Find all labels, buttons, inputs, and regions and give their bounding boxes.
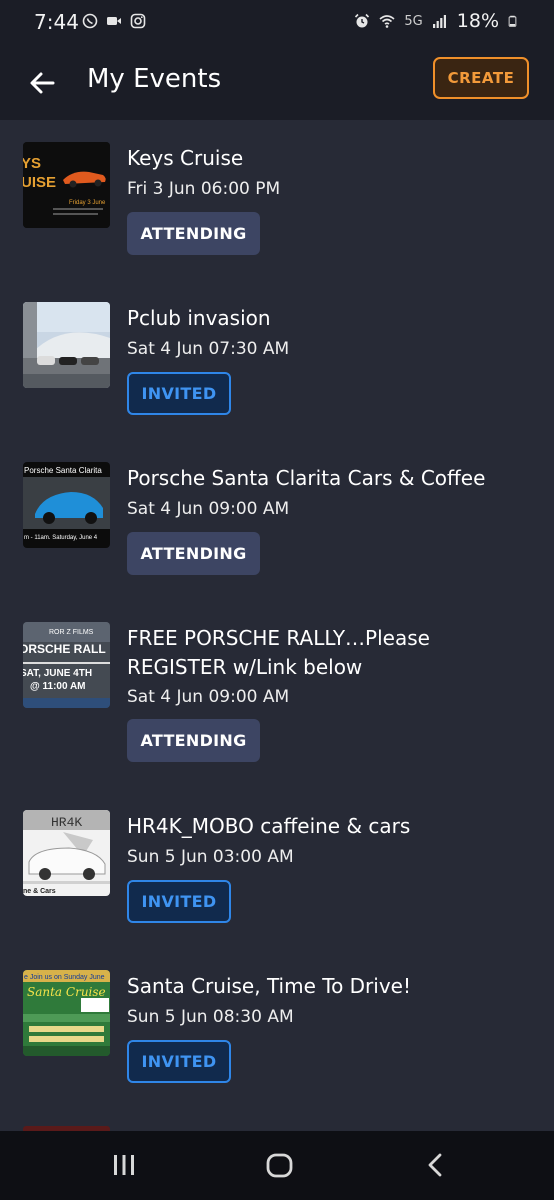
thumb-heading: HR4K xyxy=(51,815,82,830)
thumb-heading: Santa Cruise xyxy=(27,985,106,999)
porsche-santa-clarita-artwork: Porsche Santa Clarita m - 11am. Saturday… xyxy=(23,462,110,548)
status-time: 7:44 xyxy=(34,10,79,34)
event-item[interactable]: e Join us on Sunday June Santa Cruise Sa… xyxy=(0,948,554,1108)
event-item[interactable]: YS UISE Friday 3 June Keys Cruise Fri 3 … xyxy=(0,120,554,280)
whatsapp-icon xyxy=(82,13,98,29)
back-arrow-icon[interactable] xyxy=(26,66,60,100)
event-title: Keys Cruise xyxy=(127,146,244,170)
event-date: Sat 4 Jun 09:00 AM xyxy=(127,687,290,707)
signal-icon xyxy=(432,15,446,28)
svg-text:@ 11:00 AM: @ 11:00 AM xyxy=(30,681,86,692)
video-icon xyxy=(107,17,121,25)
battery-icon xyxy=(508,15,517,27)
event-thumbnail: YS UISE Friday 3 June xyxy=(23,142,110,228)
event-title: HR4K_MOBO caffeine & cars xyxy=(127,814,411,838)
event-thumbnail: HR4K ne & Cars xyxy=(23,810,110,896)
thumb-caption: m - 11am. Saturday, June 4 xyxy=(24,535,98,541)
system-nav-bar xyxy=(0,1131,554,1200)
alarm-icon xyxy=(355,13,370,28)
santa-cruise-artwork: e Join us on Sunday June Santa Cruise xyxy=(23,970,110,1056)
svg-text:Friday 3 June: Friday 3 June xyxy=(69,200,106,206)
wifi-icon xyxy=(379,15,395,28)
status-bar: 7:44 5G 18% xyxy=(0,0,554,50)
event-thumbnail xyxy=(23,302,110,388)
status-badge[interactable]: ATTENDING xyxy=(127,719,260,762)
notification-icons xyxy=(82,13,146,29)
event-date: Sun 5 Jun 03:00 AM xyxy=(127,847,294,867)
event-date: Sun 5 Jun 08:30 AM xyxy=(127,1007,294,1027)
event-thumbnail: ROR Z FILMS ORSCHE RALL SAT, JUNE 4TH @ … xyxy=(23,622,110,708)
event-title: FREE PORSCHE RALLY…Please REGISTER w/Lin… xyxy=(127,626,430,679)
svg-text:YS: YS xyxy=(23,155,41,172)
status-badge[interactable]: INVITED xyxy=(127,880,231,923)
thumb-heading: ORSCHE RALL xyxy=(23,642,106,656)
battery-percent: 18% xyxy=(456,10,499,32)
back-nav-icon[interactable] xyxy=(422,1151,450,1179)
event-title: Santa Cruise, Time To Drive! xyxy=(127,974,411,998)
thumb-top: ROR Z FILMS xyxy=(49,629,94,636)
event-date: Sat 4 Jun 09:00 AM xyxy=(127,499,290,519)
network-type: 5G xyxy=(404,13,423,29)
keys-cruise-artwork: YS UISE Friday 3 June xyxy=(23,142,110,228)
svg-text:SAT, JUNE 4TH: SAT, JUNE 4TH xyxy=(23,668,92,679)
event-title: Porsche Santa Clarita Cars & Coffee xyxy=(127,466,486,490)
recent-apps-icon[interactable] xyxy=(110,1151,138,1179)
thumb-heading: Porsche Santa Clarita xyxy=(24,466,102,475)
event-item[interactable]: Pclub invasion Sat 4 Jun 07:30 AM INVITE… xyxy=(0,280,554,440)
create-button[interactable]: CREATE xyxy=(433,57,529,99)
page-title: My Events xyxy=(87,64,222,94)
app-bar: My Events CREATE xyxy=(0,50,554,120)
hr4k-mobo-artwork: HR4K ne & Cars xyxy=(23,810,110,896)
event-thumbnail: e Join us on Sunday June Santa Cruise xyxy=(23,970,110,1056)
thumb-caption: ne & Cars xyxy=(23,888,56,895)
event-item[interactable]: ROR Z FILMS ORSCHE RALL SAT, JUNE 4TH @ … xyxy=(0,600,554,788)
instagram-icon xyxy=(130,13,146,29)
porsche-rally-artwork: ROR Z FILMS ORSCHE RALL SAT, JUNE 4TH @ … xyxy=(23,622,110,708)
home-icon[interactable] xyxy=(265,1151,295,1181)
event-thumbnail: Porsche Santa Clarita m - 11am. Saturday… xyxy=(23,462,110,548)
pclub-invasion-photo xyxy=(23,302,110,388)
status-badge[interactable]: INVITED xyxy=(127,1040,231,1083)
event-title: Pclub invasion xyxy=(127,306,271,330)
thumb-caption: e Join us on Sunday June xyxy=(24,974,105,981)
event-item[interactable]: Porsche Santa Clarita m - 11am. Saturday… xyxy=(0,440,554,600)
event-item[interactable]: HR4K ne & Cars HR4K_MOBO caffeine & cars… xyxy=(0,788,554,948)
status-badge[interactable]: ATTENDING xyxy=(127,532,260,575)
svg-text:UISE: UISE xyxy=(23,174,56,191)
status-badge[interactable]: ATTENDING xyxy=(127,212,260,255)
event-date: Sat 4 Jun 07:30 AM xyxy=(127,339,290,359)
event-date: Fri 3 Jun 06:00 PM xyxy=(127,179,281,199)
status-badge[interactable]: INVITED xyxy=(127,372,231,415)
system-status: 5G 18% xyxy=(354,10,520,32)
